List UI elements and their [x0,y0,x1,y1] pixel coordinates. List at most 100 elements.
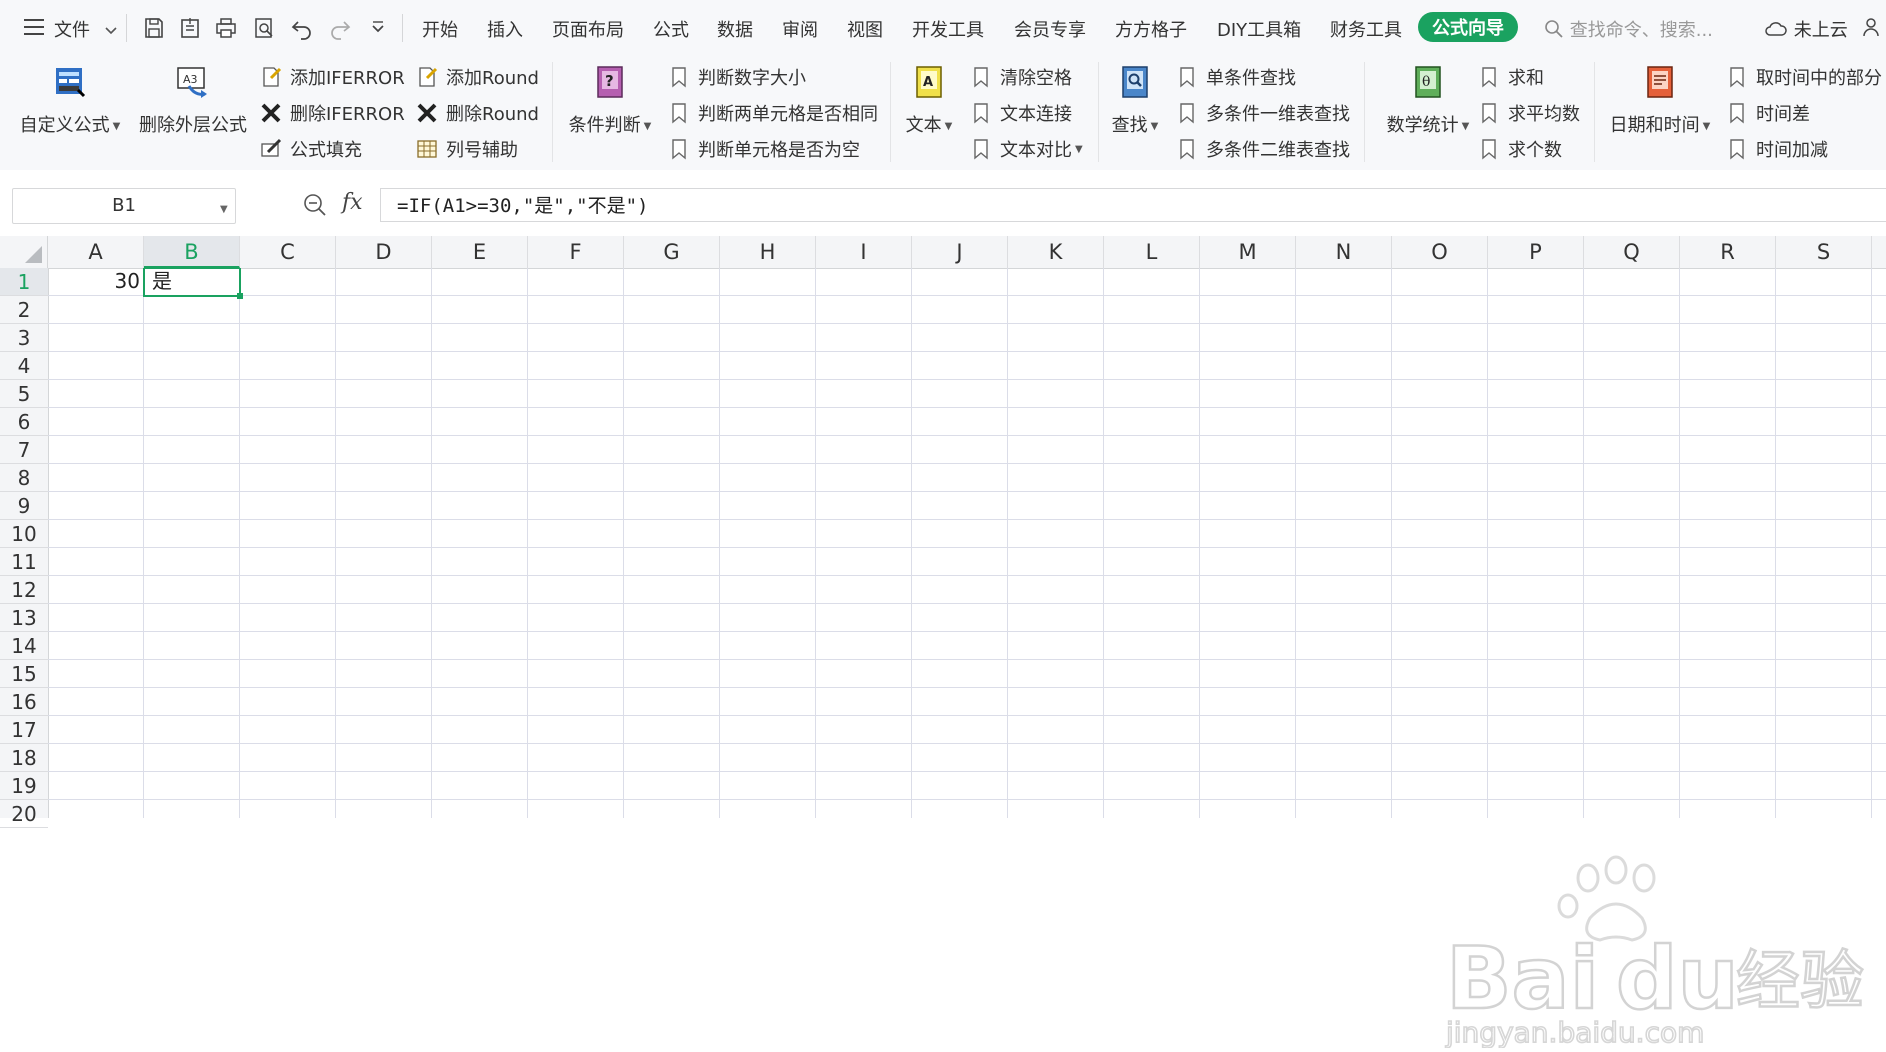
single-condition-lookup-button[interactable]: 单条件查找 [1176,64,1296,90]
row-header-4[interactable]: 4 [0,352,48,380]
text-join-button[interactable]: 文本连接 [970,100,1072,126]
row-header-18[interactable]: 18 [0,744,48,772]
row-header-14[interactable]: 14 [0,632,48,660]
column-header-p[interactable]: P [1488,236,1584,268]
remove-outer-formula-button[interactable]: A3 删除外层公式 [138,64,248,137]
save-button[interactable] [140,14,168,42]
delete-round-button[interactable]: 删除Round [416,100,539,126]
column-header-r[interactable]: R [1680,236,1776,268]
row-header-10[interactable]: 10 [0,520,48,548]
command-search[interactable]: 查找命令、搜索... [1544,16,1713,42]
tab-diy-toolbox[interactable]: DIY工具箱 [1217,16,1301,42]
multi-condition-1d-lookup-button[interactable]: 多条件一维表查找 [1176,100,1350,126]
tab-member[interactable]: 会员专享 [1014,16,1086,42]
tab-home[interactable]: 开始 [422,16,458,42]
undo-button[interactable] [288,14,316,42]
column-header-n[interactable]: N [1296,236,1392,268]
column-header-l[interactable]: L [1104,236,1200,268]
formula-fill-button[interactable]: 公式填充 [260,136,362,162]
cell-area[interactable]: 30 是 [48,268,1886,818]
tab-developer[interactable]: 开发工具 [912,16,984,42]
judge-cell-empty-button[interactable]: 判断单元格是否为空 [668,136,860,162]
condition-judge-button[interactable]: ? 条件判断 ▼ [566,64,654,137]
time-add-subtract-button[interactable]: 时间加减 [1726,136,1828,162]
name-box[interactable]: B1 [12,188,236,224]
fill-handle[interactable] [237,293,243,299]
math-statistics-button[interactable]: θ 数学统计 ▼ [1374,64,1482,137]
row-header-6[interactable]: 6 [0,408,48,436]
tab-data[interactable]: 数据 [717,16,753,42]
judge-two-cells-same-button[interactable]: 判断两单元格是否相同 [668,100,878,126]
zoom-formula-button[interactable] [302,192,328,222]
column-header-b[interactable]: B [144,236,240,268]
clear-spaces-button[interactable]: 清除空格 [970,64,1072,90]
column-header-e[interactable]: E [432,236,528,268]
tab-review[interactable]: 审阅 [782,16,818,42]
column-header-a[interactable]: A [48,236,144,268]
tab-fangfang[interactable]: 方方格子 [1115,16,1187,42]
customize-quick-access-button[interactable] [364,14,392,42]
row-header-17[interactable]: 17 [0,716,48,744]
column-header-k[interactable]: K [1008,236,1104,268]
column-header-j[interactable]: J [912,236,1008,268]
column-header-s[interactable]: S [1776,236,1872,268]
column-number-helper-button[interactable]: 列号辅助 [416,136,518,162]
row-header-19[interactable]: 19 [0,772,48,800]
row-header-13[interactable]: 13 [0,604,48,632]
file-menu[interactable]: 文件 [54,16,118,42]
insert-function-button[interactable]: fx [342,190,363,215]
tab-finance-tools[interactable]: 财务工具 [1330,16,1402,42]
column-header-f[interactable]: F [528,236,624,268]
export-button[interactable] [176,14,204,42]
formula-input[interactable]: =IF(A1>=30,"是","不是") [380,188,1886,222]
average-button[interactable]: 求平均数 [1478,100,1580,126]
time-difference-button[interactable]: 时间差 [1726,100,1810,126]
tab-view[interactable]: 视图 [847,16,883,42]
row-header-7[interactable]: 7 [0,436,48,464]
column-header-c[interactable]: C [240,236,336,268]
column-header-d[interactable]: D [336,236,432,268]
print-preview-button[interactable] [250,14,278,42]
row-header-3[interactable]: 3 [0,324,48,352]
judge-number-size-button[interactable]: 判断数字大小 [668,64,806,90]
column-header-q[interactable]: Q [1584,236,1680,268]
row-header-9[interactable]: 9 [0,492,48,520]
sum-button[interactable]: 求和 [1478,64,1544,90]
caret-down-icon[interactable]: ▼ [220,204,228,215]
row-header-2[interactable]: 2 [0,296,48,324]
column-header-m[interactable]: M [1200,236,1296,268]
delete-iferror-button[interactable]: 删除IFERROR [260,100,405,126]
multi-condition-2d-lookup-button[interactable]: 多条件二维表查找 [1176,136,1350,162]
column-header-g[interactable]: G [624,236,720,268]
select-all-button[interactable] [0,236,48,268]
tab-page-layout[interactable]: 页面布局 [552,16,624,42]
count-button[interactable]: 求个数 [1478,136,1562,162]
add-round-button[interactable]: 添加Round [416,64,539,90]
custom-formula-button[interactable]: 自定义公式 ▼ [18,64,122,137]
date-time-button[interactable]: 日期和时间 ▼ [1604,64,1716,137]
add-iferror-button[interactable]: 添加IFERROR [260,64,405,90]
row-header-20[interactable]: 20 [0,800,48,828]
column-header-i[interactable]: I [816,236,912,268]
column-header-o[interactable]: O [1392,236,1488,268]
row-header-15[interactable]: 15 [0,660,48,688]
cloud-status-button[interactable]: 未上云 [1764,16,1848,42]
text-compare-button[interactable]: 文本对比 ▼ [970,136,1083,162]
row-header-5[interactable]: 5 [0,380,48,408]
tab-formulas[interactable]: 公式 [653,16,689,42]
text-functions-button[interactable]: A 文本 ▼ [900,64,958,137]
row-header-16[interactable]: 16 [0,688,48,716]
lookup-functions-button[interactable]: 查找 ▼ [1106,64,1164,137]
tab-formula-wizard[interactable]: 公式向导 [1418,12,1518,42]
get-time-part-button[interactable]: 取时间中的部分 [1726,64,1882,90]
tab-insert[interactable]: 插入 [487,16,523,42]
row-header-1[interactable]: 1 [0,268,48,296]
share-button[interactable] [1862,16,1884,42]
print-button[interactable] [212,14,240,42]
row-header-8[interactable]: 8 [0,464,48,492]
row-header-12[interactable]: 12 [0,576,48,604]
column-header-h[interactable]: H [720,236,816,268]
cell-A1[interactable]: 30 [48,268,140,295]
redo-button[interactable] [326,14,354,42]
hamburger-menu-button[interactable] [22,16,46,38]
